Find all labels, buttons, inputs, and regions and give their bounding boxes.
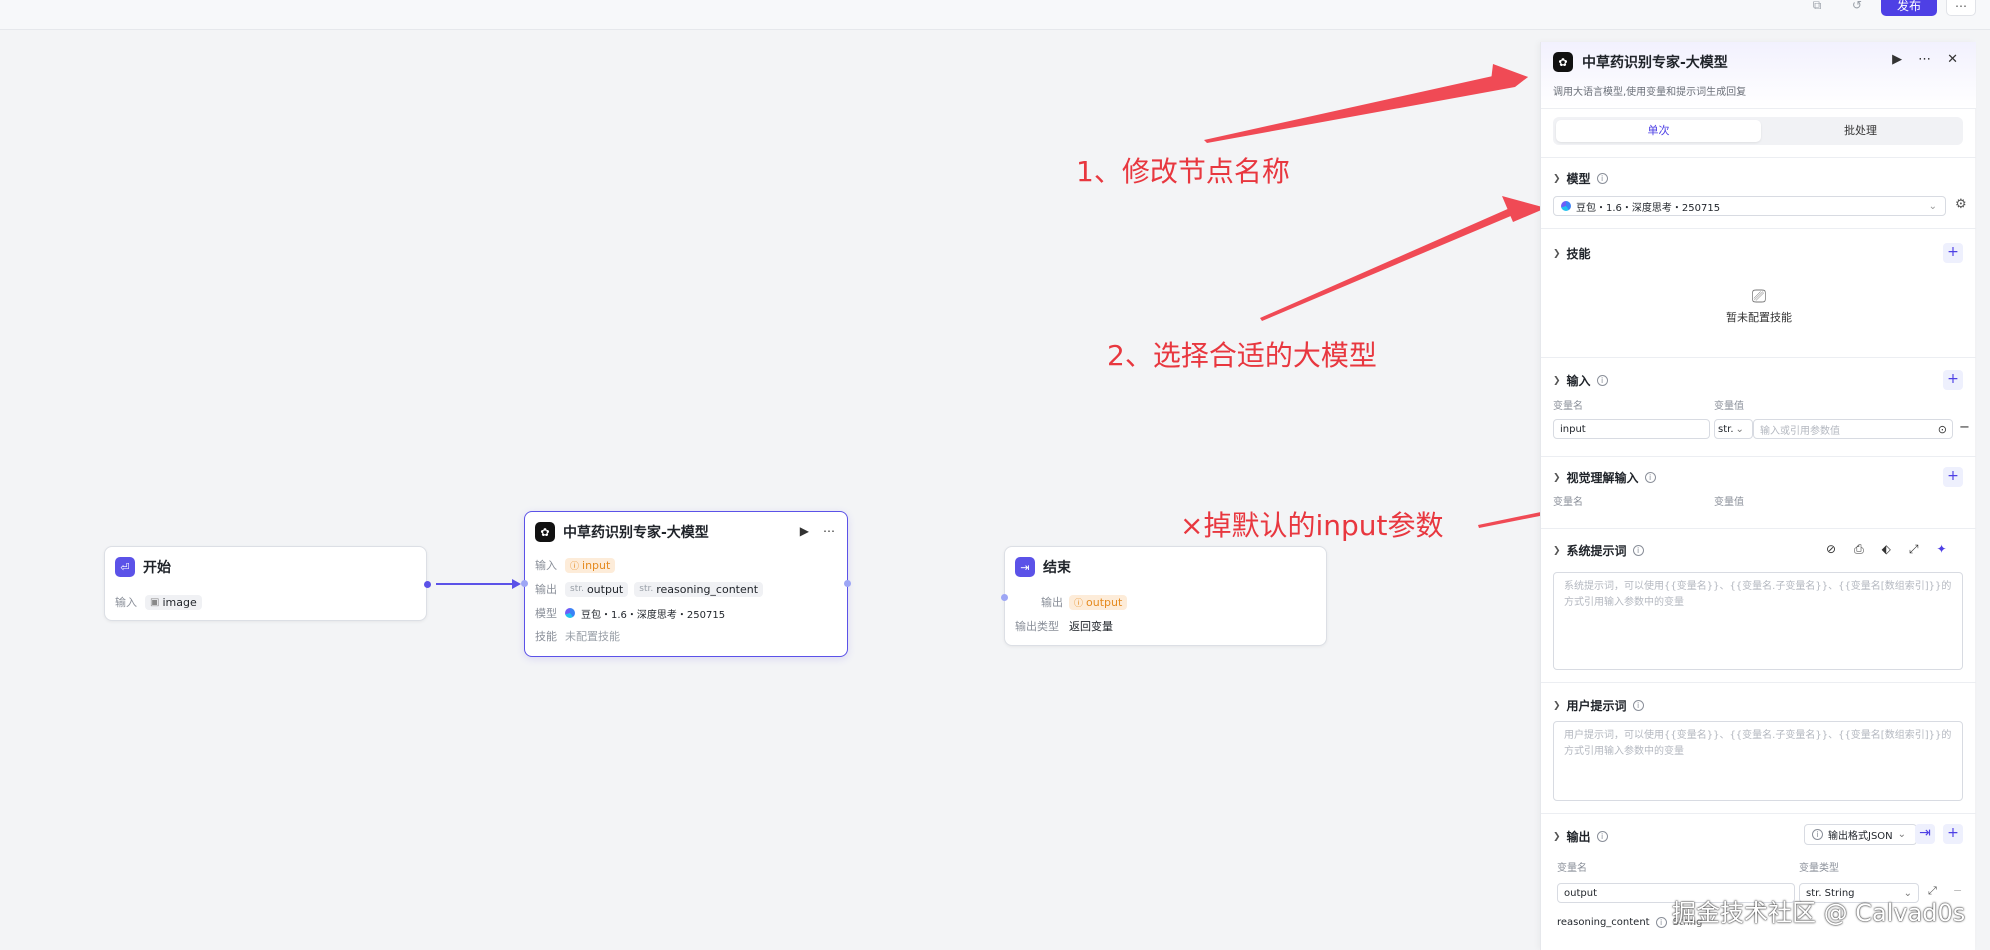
output-section-header[interactable]: ❯ 输出 i: [1553, 828, 1608, 845]
annotation-rename-node: 1、修改节点名称: [1076, 155, 1290, 188]
panel-title[interactable]: 中草药识别专家-大模型: [1582, 52, 1728, 72]
tab-batch[interactable]: 批处理: [1758, 120, 1963, 142]
divider: [1541, 682, 1976, 683]
reasoning-var-name: reasoning_content: [1557, 917, 1650, 928]
tag-icon[interactable]: ⬖: [1882, 542, 1891, 557]
template-icon[interactable]: ⎙: [1854, 542, 1864, 557]
add-skill-button[interactable]: +: [1943, 243, 1963, 263]
node-config-panel: ✿ 中草药识别专家-大模型 ▶ ⋯ ✕ 调用大语言模型,使用变量和提示词生成回复…: [1540, 42, 1976, 950]
model-settings-icon[interactable]: ⚙: [1955, 197, 1967, 212]
annotation-remove-input: ×掉默认的input参数: [1180, 509, 1444, 542]
divider: [1541, 157, 1976, 158]
divider: [1541, 357, 1976, 358]
mode-tabs: 单次 批处理: [1553, 117, 1963, 145]
add-input-button[interactable]: +: [1943, 370, 1963, 390]
chevron-down-icon: ❯: [1553, 545, 1561, 556]
output-col-type: 变量类型: [1799, 863, 1839, 874]
info-icon: i: [1632, 700, 1644, 711]
chevron-down-icon: ❯: [1553, 831, 1561, 842]
annotation-select-model: 2、选择合适的大模型: [1107, 339, 1377, 372]
expand-icon[interactable]: ⤢: [1909, 542, 1919, 557]
skills-section-header[interactable]: ❯ 技能: [1553, 245, 1591, 262]
empty-box-icon: ⎚: [1751, 286, 1767, 307]
add-visual-input-button[interactable]: +: [1943, 467, 1963, 487]
visual-input-section-header[interactable]: ❯ 视觉理解输入 i: [1553, 469, 1656, 486]
skills-empty-state: ⎚ 暂未配置技能: [1696, 286, 1822, 325]
system-prompt-section-header[interactable]: ❯ 系统提示词 i: [1553, 542, 1644, 559]
model-section-header[interactable]: ❯ 模型 i: [1553, 170, 1608, 187]
more-icon[interactable]: ⋯: [1918, 52, 1931, 67]
system-prompt-textarea[interactable]: 系统提示词，可以使用{{变量名}}、{{变量名.子变量名}}、{{变量名[数组索…: [1553, 572, 1963, 670]
arrow-to-model: [1260, 204, 1525, 321]
model-select[interactable]: 豆包・1.6・深度思考・250715 ⌄: [1553, 196, 1946, 216]
info-icon: i: [1596, 831, 1608, 842]
input-col-name: 变量名: [1553, 401, 1583, 412]
chevron-down-icon: ❯: [1553, 248, 1561, 259]
visual-col-value: 变量值: [1714, 497, 1744, 508]
divider: [1541, 528, 1976, 529]
input-section-header[interactable]: ❯ 输入 i: [1553, 372, 1608, 389]
chevron-down-icon: ❯: [1553, 700, 1561, 711]
optimize-icon[interactable]: ⊘: [1826, 542, 1836, 557]
tab-single[interactable]: 单次: [1556, 120, 1761, 142]
divider: [1541, 456, 1976, 457]
input-var-name-field[interactable]: input: [1553, 419, 1710, 439]
doubao-model-icon: [1561, 201, 1571, 211]
chevron-down-icon: ❯: [1553, 173, 1561, 184]
divider: [1541, 108, 1976, 109]
chevron-down-icon: ⌄: [1897, 829, 1907, 840]
input-value-field[interactable]: 输入或引用参数值 ⊙: [1753, 419, 1953, 439]
panel-header: ✿ 中草药识别专家-大模型 ▶ ⋯ ✕ 调用大语言模型,使用变量和提示词生成回复: [1541, 42, 1976, 108]
info-icon: i: [1632, 545, 1644, 556]
info-icon: i: [1812, 829, 1823, 840]
chevron-down-icon: ⌄: [1735, 423, 1744, 435]
reference-icon[interactable]: ⊙: [1938, 423, 1947, 436]
arrow-to-title: [1204, 72, 1528, 143]
info-icon: i: [1596, 375, 1608, 386]
info-icon: i: [1644, 472, 1656, 483]
divider: [1541, 228, 1976, 229]
import-output-button[interactable]: ⇥: [1915, 824, 1935, 844]
user-prompt-textarea[interactable]: 用户提示词，可以使用{{变量名}}、{{变量名.子变量名}}、{{变量名[数组索…: [1553, 721, 1963, 801]
input-type-select[interactable]: str. ⌄: [1714, 419, 1753, 439]
chevron-down-icon: ⌄: [1928, 200, 1937, 212]
ai-generate-icon[interactable]: ✦: [1937, 542, 1947, 557]
info-icon: i: [1655, 917, 1667, 928]
remove-input-icon[interactable]: −: [1959, 420, 1970, 435]
chevron-down-icon: ❯: [1553, 375, 1561, 386]
output-format-select[interactable]: i 输出格式JSON ⌄: [1804, 824, 1917, 845]
info-icon: i: [1596, 173, 1608, 184]
close-icon[interactable]: ✕: [1947, 52, 1958, 67]
run-icon[interactable]: ▶: [1892, 52, 1902, 67]
panel-description: 调用大语言模型,使用变量和提示词生成回复: [1553, 87, 1747, 98]
watermark: 掘金技术社区 @ Calvad0s: [1672, 899, 1966, 927]
input-col-value: 变量值: [1714, 401, 1744, 412]
user-prompt-section-header[interactable]: ❯ 用户提示词 i: [1553, 697, 1644, 714]
chevron-down-icon: ❯: [1553, 472, 1561, 483]
visual-col-name: 变量名: [1553, 497, 1583, 508]
add-output-button[interactable]: +: [1943, 824, 1963, 844]
output-col-name: 变量名: [1557, 863, 1587, 874]
divider: [1541, 813, 1976, 814]
llm-panel-icon: ✿: [1553, 52, 1573, 72]
